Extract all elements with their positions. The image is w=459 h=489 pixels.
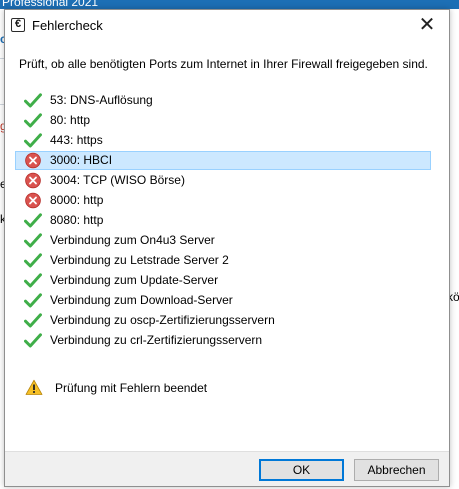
checkmark-icon [24, 253, 42, 268]
check-label: 3000: HBCI [50, 153, 113, 167]
check-item[interactable]: Verbindung zum Download-Server [5, 290, 449, 310]
dialog-titlebar[interactable]: € Fehlercheck ✕ [5, 10, 449, 40]
check-item[interactable]: Verbindung zum Update-Server [5, 270, 449, 290]
checkmark-icon [24, 93, 42, 108]
check-label: 8000: http [50, 193, 104, 207]
port-check-list: 53: DNS-Auflösung 80: http 443: https 3000:… [5, 90, 449, 350]
cancel-button[interactable]: Abbrechen [354, 459, 439, 481]
dialog-title: Fehlercheck [32, 18, 103, 33]
summary-text: Prüfung mit Fehlern beendet [55, 381, 208, 395]
dialog-content: Prüft, ob alle benötigten Ports zum Inte… [5, 40, 449, 451]
checkmark-icon [24, 333, 42, 348]
ok-button[interactable]: OK [259, 459, 344, 481]
check-item[interactable]: Verbindung zu oscp-Zertifizierungsserver… [5, 310, 449, 330]
checkmark-icon [24, 293, 42, 308]
checkmark-icon [24, 113, 42, 128]
error-icon [25, 172, 41, 189]
check-label: 3004: TCP (WISO Börse) [50, 173, 185, 187]
check-label: 80: http [50, 113, 91, 127]
checkmark-icon [24, 233, 42, 248]
close-icon: ✕ [418, 14, 436, 36]
check-item[interactable]: 3004: TCP (WISO Börse) [5, 170, 449, 190]
check-label: Verbindung zu crl-Zertifizierungsservern [50, 333, 263, 347]
checkmark-icon [24, 133, 42, 148]
check-label: 53: DNS-Auflösung [50, 93, 153, 107]
check-item[interactable]: 443: https [5, 130, 449, 150]
check-item[interactable]: 8000: http [5, 190, 449, 210]
checkmark-icon [24, 213, 42, 228]
checkmark-icon [24, 273, 42, 288]
check-label: Verbindung zu oscp-Zertifizierungsserver… [50, 313, 275, 327]
check-item[interactable]: Verbindung zu crl-Zertifizierungsservern [5, 330, 449, 350]
error-icon [25, 192, 41, 209]
check-item[interactable]: Verbindung zu Letstrade Server 2 [5, 250, 449, 270]
warning-icon [25, 379, 43, 395]
check-label: Verbindung zum Update-Server [50, 273, 219, 287]
checkmark-icon [24, 313, 42, 328]
check-item[interactable]: 3000: HBCI [5, 150, 449, 170]
check-item[interactable]: 80: http [5, 110, 449, 130]
check-item[interactable]: Verbindung zum On4u3 Server [5, 230, 449, 250]
error-icon [25, 152, 41, 169]
error-check-dialog: € Fehlercheck ✕ Prüft, ob alle benötigte… [4, 9, 450, 487]
euro-app-icon: € [11, 18, 25, 32]
dialog-footer: OK Abbrechen [5, 451, 449, 486]
check-label: Verbindung zum On4u3 Server [50, 233, 215, 247]
check-item[interactable]: 8080: http [5, 210, 449, 230]
close-button[interactable]: ✕ [405, 10, 449, 40]
check-label: 443: https [50, 133, 103, 147]
check-label: 8080: http [50, 213, 104, 227]
check-label: Verbindung zum Download-Server [50, 293, 233, 307]
background-window-titlebar: Professional 2021 [0, 0, 459, 9]
check-label: Verbindung zu Letstrade Server 2 [50, 253, 229, 267]
background-window-title: Professional 2021 [2, 0, 99, 9]
check-item[interactable]: 53: DNS-Auflösung [5, 90, 449, 110]
intro-text: Prüft, ob alle benötigten Ports zum Inte… [19, 57, 428, 71]
